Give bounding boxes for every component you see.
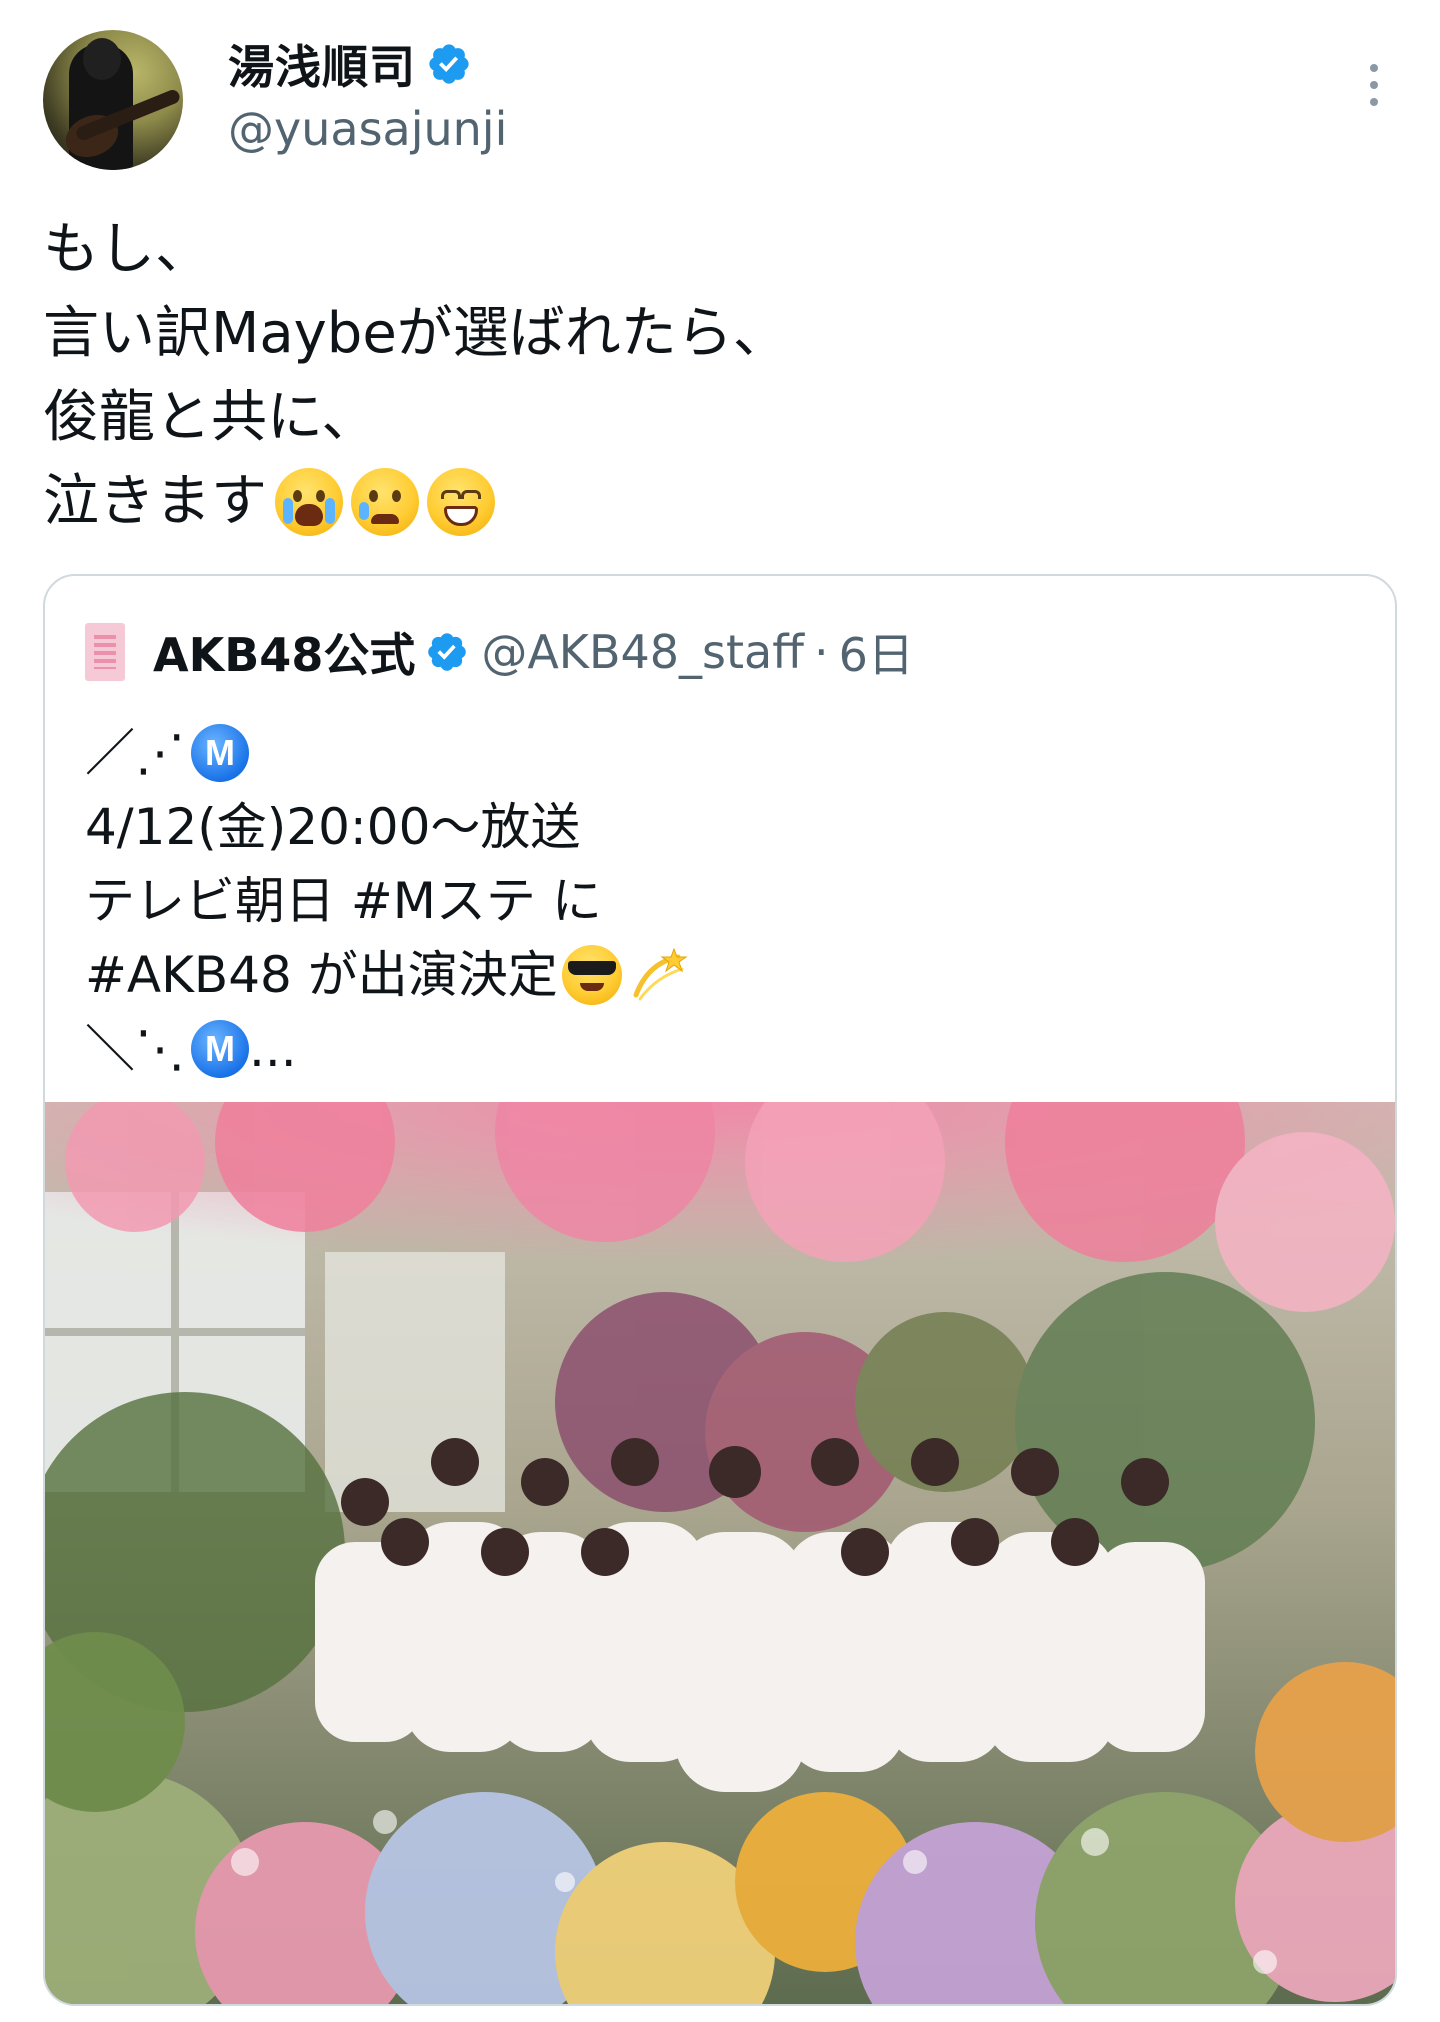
quoted-line-ellipsis: ... [249, 1020, 297, 1078]
dizzy-icon [633, 947, 688, 1001]
quoted-line: 4/12(金)20:00〜放送 [85, 798, 581, 856]
m-circled-icon: M [191, 1020, 249, 1078]
quoted-line: ＼⋱ M ... [85, 1012, 690, 1086]
author-display-name[interactable]: 湯浅順司 [228, 31, 416, 97]
header-separator: · [813, 625, 829, 679]
grinning-squinting-face-icon [427, 468, 495, 536]
tweet-line: もし、 [43, 217, 211, 282]
quoted-handle[interactable]: @AKB48_staff [481, 625, 804, 679]
tweet-line: 言い訳Maybeが選ばれたら、 [43, 301, 789, 366]
tweet-text: もし、 言い訳Maybeが選ばれたら、 俊龍と共に、 泣きます [43, 208, 789, 544]
crying-face-icon [351, 468, 419, 536]
avatar-head [83, 38, 121, 80]
tweet-line-text: 泣きます [43, 469, 267, 534]
quoted-tweet-text: ／⋰ M 4/12(金)20:00〜放送 テレビ朝日 #Mステ に #AKB48… [85, 716, 690, 1086]
author-name-row[interactable]: 湯浅順司 [228, 34, 472, 94]
tweet-line-with-emoji: 泣きます [43, 460, 789, 544]
verified-badge-icon [428, 633, 467, 671]
more-options-icon[interactable] [1364, 64, 1384, 114]
smiling-face-with-sunglasses-icon [561, 945, 622, 1005]
author-avatar[interactable] [43, 30, 183, 170]
author-handle[interactable]: @yuasajunji [228, 102, 507, 156]
akb48-logo-icon[interactable] [85, 623, 125, 681]
quoted-line: ／⋰ M [85, 716, 690, 790]
tweet: 湯浅順司 @yuasajunji もし、 言い訳Maybeが選ばれたら、 俊龍と… [0, 0, 1440, 2022]
quoted-line: #AKB48 が出演決定 [85, 938, 690, 1012]
quoted-tweet-header: AKB48公式 @AKB48_staff · 6日 [85, 620, 914, 684]
quoted-timestamp[interactable]: 6日 [839, 619, 914, 685]
quoted-line-text: ／⋰ [85, 724, 185, 782]
m-circled-icon: M [191, 724, 249, 782]
loudly-crying-face-icon [275, 468, 343, 536]
quoted-line: テレビ朝日 #Mステ に [85, 872, 602, 930]
verified-badge-icon [429, 44, 469, 84]
quoted-tweet-card[interactable]: AKB48公式 @AKB48_staff · 6日 ／⋰ M 4/12(金)20… [43, 574, 1397, 2006]
quoted-display-name[interactable]: AKB48公式 [153, 619, 415, 685]
group-photo-flowers-image [45, 1102, 1395, 2004]
quoted-tweet-image[interactable] [45, 1102, 1395, 2004]
quoted-line-text: ＼⋱ [85, 1020, 185, 1078]
quoted-line-text: #AKB48 が出演決定 [85, 946, 558, 1004]
tweet-line: 俊龍と共に、 [43, 385, 378, 450]
